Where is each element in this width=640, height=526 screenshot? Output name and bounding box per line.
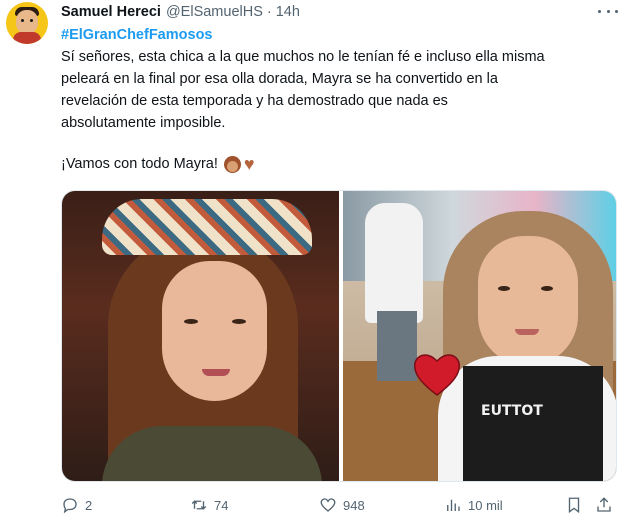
retweet-count: 74 — [214, 497, 229, 513]
avatar-eye — [30, 19, 33, 22]
woman-emoji-icon — [223, 155, 241, 173]
views-count: 10 mil — [468, 497, 503, 513]
photo-right-eye — [498, 286, 510, 291]
bookmark-button[interactable] — [565, 496, 589, 514]
tweet-time[interactable]: 14h — [276, 4, 300, 20]
bookmark-icon — [568, 497, 580, 514]
tweet-header: Samuel Hereci @ElSamuelHS · 14h — [61, 4, 300, 20]
like-icon — [320, 498, 336, 512]
author-avatar[interactable] — [6, 2, 48, 44]
share-icon — [597, 497, 611, 512]
tweet-closing: ¡Vamos con todo Mayra! ♥ — [61, 153, 621, 175]
views-icon — [447, 499, 460, 511]
media-gallery: EUTTOT — [61, 190, 617, 482]
avatar-face — [16, 10, 38, 34]
retweet-icon — [191, 500, 207, 510]
photo-right-bystander — [365, 203, 423, 323]
photo-left-shirt — [102, 426, 322, 481]
tweet-body-line: absolutamente imposible. — [61, 115, 226, 131]
photo-right-apron — [463, 366, 603, 481]
reply-count: 2 — [85, 497, 93, 513]
closing-text: ¡Vamos con todo Mayra! — [61, 156, 218, 172]
author-handle[interactable]: @ElSamuelHS — [166, 4, 263, 20]
photo-left-face — [162, 261, 267, 401]
like-count: 948 — [343, 497, 365, 513]
apron-logo: EUTTOT — [481, 403, 543, 419]
reply-icon — [63, 498, 77, 514]
photo-right-mouth — [515, 329, 539, 335]
photo-left-scarf — [102, 199, 312, 255]
photo-left[interactable] — [62, 191, 339, 481]
heart-pin-icon — [413, 354, 461, 396]
avatar-shirt — [13, 32, 41, 44]
author-name[interactable]: Samuel Hereci — [61, 4, 161, 20]
like-button[interactable]: 948 — [319, 496, 365, 514]
brown-heart-emoji-icon: ♥ — [243, 153, 255, 174]
hashtag-link[interactable]: #ElGranChefFamosos — [61, 24, 621, 46]
photo-right[interactable]: EUTTOT — [343, 191, 616, 481]
header-separator: · — [266, 4, 272, 20]
tweet-body-line: revelación de esta temporada y ha demost… — [61, 93, 448, 109]
photo-right-face — [478, 236, 578, 366]
tweet-body: Sí señores, esta chica a la que muchos n… — [61, 46, 621, 134]
reply-button[interactable]: 2 — [61, 496, 92, 514]
photo-left-eye — [232, 319, 246, 324]
photo-left-mouth — [202, 369, 230, 376]
avatar-eye — [21, 19, 24, 22]
tweet-body-line: Sí señores, esta chica a la que muchos n… — [61, 49, 545, 65]
views-button[interactable]: 10 mil — [444, 496, 503, 514]
tweet-body-line: peleará en la final por esa olla dorada,… — [61, 71, 498, 87]
share-button[interactable] — [595, 496, 619, 514]
tweet-actions: 2 74 948 10 mil — [61, 496, 621, 516]
retweet-button[interactable]: 74 — [190, 496, 228, 514]
more-icon[interactable] — [598, 4, 618, 18]
photo-left-eye — [184, 319, 198, 324]
photo-right-eye — [541, 286, 553, 291]
